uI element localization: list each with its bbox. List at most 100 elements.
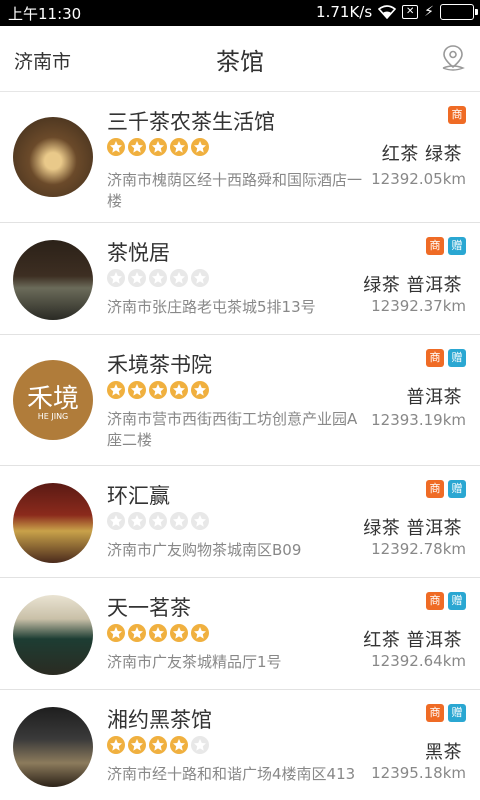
- star-icon: [107, 381, 125, 399]
- shop-badges: 商: [448, 106, 466, 124]
- shop-distance: 12392.64km: [371, 652, 466, 670]
- merchant-badge: 商: [426, 704, 444, 722]
- shop-name: 湘约黑茶馆: [107, 708, 212, 732]
- shop-badges: 商赠: [426, 592, 466, 610]
- star-icon: [170, 736, 188, 754]
- tea-tags: 绿茶 普洱茶: [363, 275, 462, 296]
- rating-stars: [107, 736, 209, 754]
- battery-icon: [440, 4, 478, 20]
- star-icon: [170, 269, 188, 287]
- merchant-badge: 商: [448, 106, 466, 124]
- shop-badges: 商赠: [426, 237, 466, 255]
- page-title: 茶馆: [216, 48, 264, 76]
- shop-avatar: [13, 240, 93, 320]
- no-sim-icon: ✕: [402, 5, 419, 19]
- shop-address: 济南市槐荫区经十西路舜和国际酒店一楼: [107, 171, 363, 210]
- shop-name: 环汇赢: [107, 484, 170, 508]
- star-icon: [128, 381, 146, 399]
- shop-distance: 12393.19km: [371, 411, 466, 429]
- gift-badge: 赠: [448, 349, 466, 367]
- star-icon: [107, 736, 125, 754]
- star-icon: [128, 512, 146, 530]
- star-icon: [107, 269, 125, 287]
- rating-stars: [107, 381, 209, 399]
- shop-address: 济南市经十路和和谐广场4楼南区413: [107, 765, 356, 783]
- shop-badges: 商赠: [426, 704, 466, 722]
- star-icon: [128, 138, 146, 156]
- network-speed: 1.71K/s: [316, 3, 373, 21]
- star-icon: [107, 138, 125, 156]
- shop-list-item[interactable]: 三千茶农茶生活馆 商红茶 绿茶 济南市槐荫区经十西路舜和国际酒店一楼 12392.05…: [0, 92, 480, 223]
- logo-text: 禾境: [26, 384, 79, 414]
- gift-badge: 赠: [448, 592, 466, 610]
- shop-distance: 12392.78km: [371, 540, 466, 558]
- shop-distance: 12392.37km: [371, 297, 466, 315]
- shop-address: 济南市张庄路老屯茶城5排13号: [107, 298, 316, 316]
- star-icon: [191, 512, 209, 530]
- star-icon: [128, 624, 146, 642]
- shop-distance: 12395.18km: [371, 764, 466, 782]
- rating-stars: [107, 512, 209, 530]
- shop-avatar: [13, 483, 93, 563]
- shop-address: 济南市广友购物茶城南区B09: [107, 541, 302, 559]
- tea-tags: 红茶 绿茶: [381, 144, 462, 165]
- star-icon: [149, 381, 167, 399]
- shop-badges: 商赠: [426, 480, 466, 498]
- rating-stars: [107, 138, 209, 156]
- shop-avatar: [13, 595, 93, 675]
- tea-tags: 红茶 普洱茶: [363, 630, 462, 651]
- merchant-badge: 商: [426, 592, 444, 610]
- app-header: 济南市 茶馆: [0, 26, 480, 92]
- star-icon: [191, 624, 209, 642]
- charging-icon: ⚡: [424, 4, 434, 20]
- star-icon: [191, 138, 209, 156]
- gift-badge: 赠: [448, 480, 466, 498]
- status-bar: 上午11:30 1.71K/s ✕ ⚡: [0, 0, 480, 26]
- star-icon: [149, 624, 167, 642]
- gift-badge: 赠: [448, 237, 466, 255]
- gift-badge: 赠: [448, 704, 466, 722]
- shop-address: 济南市营市西街西街工坊创意产业园A座二楼: [107, 410, 358, 449]
- shop-badges: 商赠: [426, 349, 466, 367]
- tea-tags: 普洱茶: [406, 387, 462, 408]
- rating-stars: [107, 624, 209, 642]
- tea-tags: 黑茶: [425, 742, 462, 763]
- star-icon: [149, 512, 167, 530]
- shop-name: 禾境茶书院: [107, 353, 212, 377]
- shop-list-item[interactable]: 茶悦居 商赠绿茶 普洱茶济南市张庄路老屯茶城5排13号 12392.37km: [0, 223, 480, 335]
- star-icon: [149, 269, 167, 287]
- shop-name: 三千茶农茶生活馆: [107, 110, 275, 134]
- shop-name: 天一茗茶: [107, 596, 191, 620]
- shop-list-item[interactable]: 禾境 HE JING 禾境茶书院 商赠普洱茶济南市营市西街西街工坊创意产业园A座二楼 1…: [0, 335, 480, 466]
- star-icon: [170, 138, 188, 156]
- star-icon: [128, 269, 146, 287]
- shop-list-item[interactable]: 湘约黑茶馆 商赠黑茶济南市经十路和和谐广场4楼南区413 12395.18km: [0, 690, 480, 800]
- merchant-badge: 商: [426, 237, 444, 255]
- merchant-badge: 商: [426, 349, 444, 367]
- star-icon: [128, 736, 146, 754]
- star-icon: [191, 381, 209, 399]
- rating-stars: [107, 269, 209, 287]
- star-icon: [149, 138, 167, 156]
- star-icon: [191, 269, 209, 287]
- shop-avatar: 禾境 HE JING: [13, 360, 93, 440]
- star-icon: [149, 736, 167, 754]
- wifi-icon: [378, 5, 397, 19]
- star-icon: [191, 736, 209, 754]
- shop-list-item[interactable]: 天一茗茶 商赠红茶 普洱茶济南市广友茶城精品厅1号 12392.64km: [0, 578, 480, 690]
- shop-address: 济南市广友茶城精品厅1号: [107, 653, 282, 671]
- shop-list-item[interactable]: 环汇赢 商赠绿茶 普洱茶 济南市广友购物茶城南区B09 12392.78km: [0, 466, 480, 578]
- shop-name: 茶悦居: [107, 241, 170, 265]
- status-right: 1.71K/s ✕ ⚡: [316, 3, 478, 21]
- star-icon: [107, 512, 125, 530]
- location-pin-icon[interactable]: [440, 44, 466, 72]
- merchant-badge: 商: [426, 480, 444, 498]
- star-icon: [170, 624, 188, 642]
- status-time: 上午11:30: [8, 5, 82, 23]
- star-icon: [170, 512, 188, 530]
- logo-subtext: HE JING: [37, 412, 69, 421]
- shop-list: 三千茶农茶生活馆商红茶 绿茶 济南市槐荫区经十西路舜和国际酒店一楼 12392.05…: [0, 92, 480, 800]
- shop-avatar: [13, 117, 93, 197]
- star-icon: [170, 381, 188, 399]
- star-icon: [107, 624, 125, 642]
